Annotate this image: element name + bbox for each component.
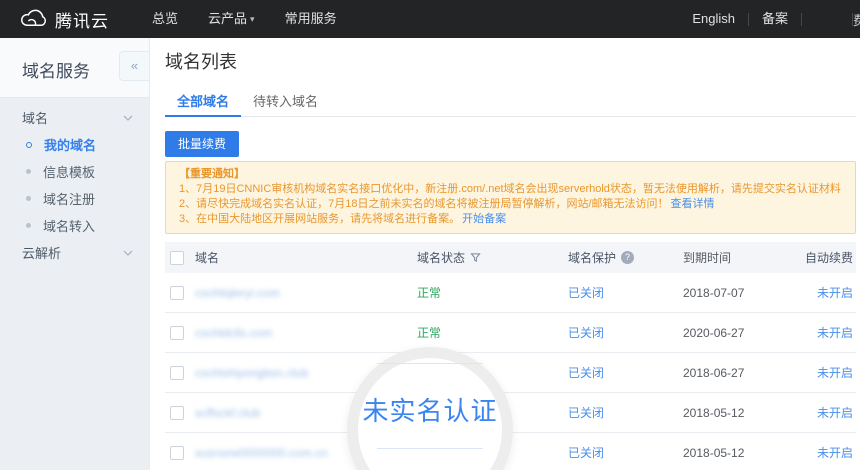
domain-name-redacted[interactable]: xusnsrw0000000.com.cn bbox=[195, 446, 328, 460]
notice-line: 3、在中国大陆地区开展网站服务，请先将域名进行备案。开始备案 bbox=[179, 212, 842, 227]
auto-renew-link[interactable]: 未开启 bbox=[817, 446, 853, 460]
protection-link[interactable]: 已关闭 bbox=[568, 286, 604, 300]
sidebar-item-label: 云解析 bbox=[22, 243, 61, 262]
domain-name-redacted[interactable]: cschliqleryi.com bbox=[195, 286, 280, 300]
sidebar-item[interactable]: 我的域名 bbox=[0, 131, 149, 158]
domain-name-redacted[interactable]: scffsckf.club bbox=[195, 406, 260, 420]
protection-link[interactable]: 已关闭 bbox=[568, 326, 604, 340]
caret-down-icon: ▾ bbox=[250, 0, 255, 38]
domain-name-redacted[interactable]: cschldclls.com bbox=[195, 326, 272, 340]
domain-status: 正常 bbox=[417, 286, 441, 300]
domain-status: 正常 bbox=[417, 326, 441, 340]
sidebar-collapse-button[interactable] bbox=[119, 51, 149, 81]
tencent-cloud-logo[interactable]: 腾讯云 bbox=[18, 7, 109, 32]
page-title: 域名列表 bbox=[165, 51, 856, 73]
column-header-protection: 域名保护 bbox=[568, 249, 616, 266]
table-row: cschlshiyongbsn.club 已关闭 2018-06-27 未开启 bbox=[165, 353, 856, 393]
chevron-down-icon[interactable] bbox=[123, 250, 133, 256]
expiry-date: 2018-05-12 bbox=[683, 446, 805, 460]
expiry-date: 2018-07-07 bbox=[683, 286, 805, 300]
tab[interactable]: 待转入域名 bbox=[241, 89, 330, 117]
row-checkbox[interactable] bbox=[170, 366, 184, 380]
navbar-clipped-item[interactable]: 费 bbox=[853, 10, 860, 29]
sidebar-item[interactable]: 域名 bbox=[0, 104, 149, 131]
bullet-icon bbox=[26, 196, 31, 201]
row-checkbox[interactable] bbox=[170, 326, 184, 340]
protection-link[interactable]: 已关闭 bbox=[568, 446, 604, 460]
help-icon[interactable] bbox=[621, 251, 634, 264]
notice-link[interactable]: 开始备案 bbox=[462, 213, 506, 225]
notice-line: 2、请尽快完成域名实名认证，7月18日之前未实名的域名将被注册局暂停解析，网站/… bbox=[179, 197, 842, 212]
notice-title: 【重要通知】 bbox=[179, 167, 842, 182]
column-header-domain: 域名 bbox=[195, 249, 417, 266]
sidebar-item-label: 我的域名 bbox=[44, 135, 96, 154]
column-header-status: 域名状态 bbox=[417, 249, 465, 266]
protection-link[interactable]: 已关闭 bbox=[568, 406, 604, 420]
table-row: cschliqleryi.com 正常 已关闭 2018-07-07 未开启 bbox=[165, 273, 856, 313]
sidebar-menu: 域名 我的域名 信息模板 域名注册 bbox=[0, 98, 149, 470]
navbar-right: English 备案 费 bbox=[679, 0, 860, 38]
not-verified-watermark: 未实名认证 bbox=[346, 391, 514, 428]
navbar-item[interactable]: 云产品▾ bbox=[193, 0, 270, 38]
auto-renew-link[interactable]: 未开启 bbox=[817, 366, 853, 380]
expiry-date: 2018-05-12 bbox=[683, 406, 805, 420]
auto-renew-link[interactable]: 未开启 bbox=[817, 326, 853, 340]
expiry-date: 2020-06-27 bbox=[683, 326, 805, 340]
navbar-user-area bbox=[802, 0, 852, 38]
sidebar-item-label: 信息模板 bbox=[43, 162, 95, 181]
navbar-beian[interactable]: 备案 bbox=[749, 0, 801, 38]
bullet-icon bbox=[26, 169, 31, 174]
notice-box: 【重要通知】 1、7月19日CNNIC审核机构域名实名接口优化中，新注册.com… bbox=[165, 161, 856, 234]
sidebar-item[interactable]: 云解析 bbox=[0, 239, 149, 266]
navbar-item[interactable]: 常用服务 bbox=[270, 0, 352, 38]
navbar-language[interactable]: English bbox=[679, 0, 748, 38]
bullet-icon bbox=[26, 223, 31, 228]
cloud-icon bbox=[18, 9, 48, 30]
row-checkbox[interactable] bbox=[170, 406, 184, 420]
sidebar-item[interactable]: 信息模板 bbox=[0, 158, 149, 185]
navbar-item[interactable]: 总览 bbox=[137, 0, 193, 38]
domain-name-redacted[interactable]: cschlshiyongbsn.club bbox=[195, 366, 308, 380]
expiry-date: 2018-06-27 bbox=[683, 366, 805, 380]
sidebar-item[interactable]: 域名注册 bbox=[0, 185, 149, 212]
sidebar-item-label: 域名转入 bbox=[43, 216, 95, 235]
magnified-line bbox=[377, 448, 483, 449]
sidebar-item[interactable]: 域名转入 bbox=[0, 212, 149, 239]
row-checkbox[interactable] bbox=[170, 446, 184, 460]
table-header: 域名 域名状态 域名保护 到期时间 自动续费 bbox=[165, 242, 856, 273]
notice-link[interactable]: 查看详情 bbox=[671, 198, 715, 210]
batch-renew-button[interactable]: 批量续费 bbox=[165, 131, 239, 157]
sidebar-item-label: 域名 bbox=[22, 108, 48, 127]
chevron-down-icon[interactable] bbox=[123, 115, 133, 121]
column-header-auto-renew: 自动续费 bbox=[805, 249, 856, 266]
column-header-expiry: 到期时间 bbox=[683, 249, 805, 266]
select-all-checkbox[interactable] bbox=[170, 251, 184, 265]
bullet-icon bbox=[26, 142, 32, 148]
magnified-line bbox=[377, 363, 483, 364]
tab-bar: 全部域名 待转入域名 bbox=[165, 89, 856, 117]
notice-lines: 1、7月19日CNNIC审核机构域名实名接口优化中，新注册.com/.net域名… bbox=[179, 182, 842, 227]
navbar-menu: 总览 云产品▾ 常用服务 bbox=[137, 0, 352, 38]
sidebar: 域名服务 域名 我的域名 信息模板 bbox=[0, 38, 150, 470]
auto-renew-link[interactable]: 未开启 bbox=[817, 286, 853, 300]
auto-renew-link[interactable]: 未开启 bbox=[817, 406, 853, 420]
logo-text: 腾讯云 bbox=[55, 7, 109, 32]
tab[interactable]: 全部域名 bbox=[165, 89, 241, 117]
notice-line: 1、7月19日CNNIC审核机构域名实名接口优化中，新注册.com/.net域名… bbox=[179, 182, 842, 197]
row-checkbox[interactable] bbox=[170, 286, 184, 300]
protection-link[interactable]: 已关闭 bbox=[568, 366, 604, 380]
table-row: cschldclls.com 正常 已关闭 2020-06-27 未开启 bbox=[165, 313, 856, 353]
sidebar-item-label: 域名注册 bbox=[43, 189, 95, 208]
top-navbar: 腾讯云 总览 云产品▾ 常用服务 English 备案 费 bbox=[0, 0, 860, 38]
filter-icon[interactable] bbox=[470, 252, 481, 263]
